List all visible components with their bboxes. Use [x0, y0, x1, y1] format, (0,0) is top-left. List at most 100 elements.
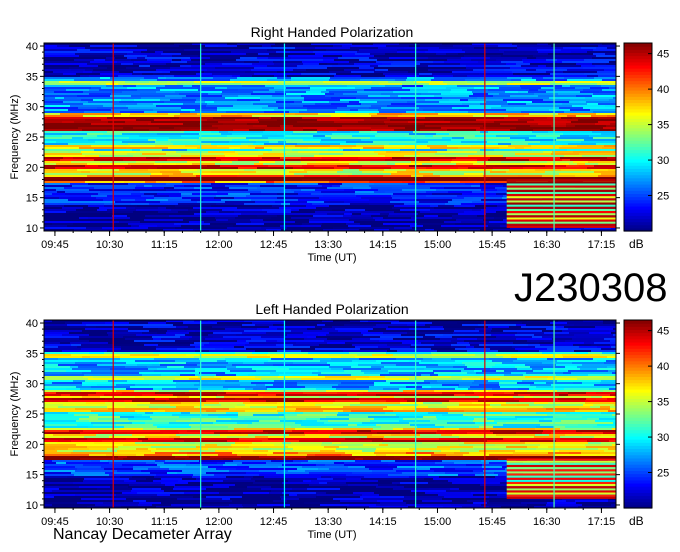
heatmap-cell [358, 109, 378, 111]
heatmap-cell [44, 424, 77, 426]
heatmap-cell [361, 139, 399, 141]
heatmap-cell [70, 394, 88, 396]
burst-row [506, 202, 616, 205]
heatmap-cell [102, 362, 126, 364]
heatmap-cell [158, 344, 190, 346]
heatmap-cell [602, 404, 614, 406]
heatmap-cell [299, 498, 333, 500]
heatmap-cell [89, 89, 99, 91]
burst-row [506, 469, 616, 472]
heatmap-cell [466, 65, 484, 67]
heatmap-cell [374, 67, 412, 69]
heatmap-cell [100, 49, 147, 51]
heatmap-cell [330, 434, 372, 436]
heatmap-cell [44, 111, 84, 113]
heatmap-cell [315, 211, 350, 213]
heatmap-cell [372, 470, 396, 472]
heatmap-cell [44, 81, 59, 83]
heatmap-cell [195, 374, 216, 376]
heatmap-cell [464, 368, 490, 370]
heatmap-cell [551, 45, 598, 47]
heatmap-cell [91, 195, 107, 197]
heatmap-cell [266, 462, 301, 464]
heatmap-cell [552, 75, 587, 77]
heatmap-cell [449, 99, 460, 101]
heatmap-cell [599, 91, 616, 93]
heatmap-cell [562, 330, 609, 332]
heatmap-cell [246, 348, 287, 350]
heatmap-cell [224, 49, 267, 51]
heatmap-cell [44, 428, 87, 430]
heatmap-cell [317, 478, 333, 480]
heatmap-cell [69, 332, 107, 334]
heatmap-cell [90, 221, 119, 223]
heatmap-cell [489, 500, 515, 502]
heatmap-cell [179, 93, 208, 95]
heatmap-cell [356, 77, 379, 79]
heatmap-cell [235, 217, 271, 219]
heatmap-cell [448, 191, 472, 193]
heatmap-cell [247, 486, 271, 488]
heatmap-cell [320, 418, 349, 420]
heatmap-cell [507, 77, 532, 79]
heatmap-cell [250, 193, 277, 195]
heatmap-cell [114, 205, 137, 207]
heatmap-cell [577, 378, 616, 380]
heatmap-cell [415, 408, 449, 410]
heatmap-cell [343, 93, 381, 95]
heatmap-cell [128, 328, 158, 330]
colorbar-tick-label: 25 [657, 191, 669, 203]
heatmap-cell [462, 378, 480, 380]
heatmap-cell [515, 500, 555, 502]
heatmap-cell [591, 169, 608, 171]
heatmap-cell [561, 117, 572, 119]
heatmap-cell [281, 203, 290, 205]
heatmap-cell [562, 103, 587, 105]
heatmap-cell [131, 203, 149, 205]
heatmap-cell [394, 456, 431, 458]
heatmap-cell [105, 472, 113, 474]
heatmap-cell [246, 137, 268, 139]
heatmap-cell [543, 430, 576, 432]
heatmap-cell [181, 171, 202, 173]
heatmap-cell [504, 370, 533, 372]
heatmap-cell [68, 400, 108, 402]
heatmap-cell [203, 199, 221, 201]
heatmap-cell [252, 322, 285, 324]
heatmap-cell [356, 143, 389, 145]
heatmap-cell [439, 101, 486, 103]
heatmap-cell [467, 366, 492, 368]
heatmap-cell [336, 73, 383, 75]
heatmap-cell [150, 472, 167, 474]
heatmap-cell [428, 91, 450, 93]
heatmap-cell [197, 147, 229, 149]
heatmap-cell [96, 151, 136, 153]
heatmap-cell [44, 504, 52, 506]
heatmap-cell [151, 450, 179, 452]
heatmap-cell [44, 209, 76, 211]
heatmap-cell [44, 185, 72, 187]
heatmap-cell [549, 109, 570, 111]
heatmap-cell [426, 143, 462, 145]
heatmap-cell [563, 372, 571, 374]
heatmap-cell [299, 440, 332, 442]
heatmap-cell [255, 480, 288, 482]
heatmap-cell [431, 105, 469, 107]
heatmap-cell [612, 414, 616, 416]
heatmap-cell [119, 71, 133, 73]
heatmap-cell [555, 352, 576, 354]
heatmap-cell [344, 133, 377, 135]
heatmap-cell [160, 89, 198, 91]
heatmap-cell [481, 139, 525, 141]
heatmap-cell [582, 382, 600, 384]
heatmap-cell [174, 115, 221, 117]
heatmap-cell [495, 428, 535, 430]
heatmap-cell [319, 396, 356, 398]
heatmap-cell [301, 350, 343, 352]
heatmap-cell [404, 59, 447, 61]
heatmap-cell [260, 97, 304, 99]
heatmap-cell [44, 203, 58, 205]
heatmap-cell [601, 348, 616, 350]
heatmap-cell [291, 189, 301, 191]
heatmap-cell [391, 173, 433, 175]
